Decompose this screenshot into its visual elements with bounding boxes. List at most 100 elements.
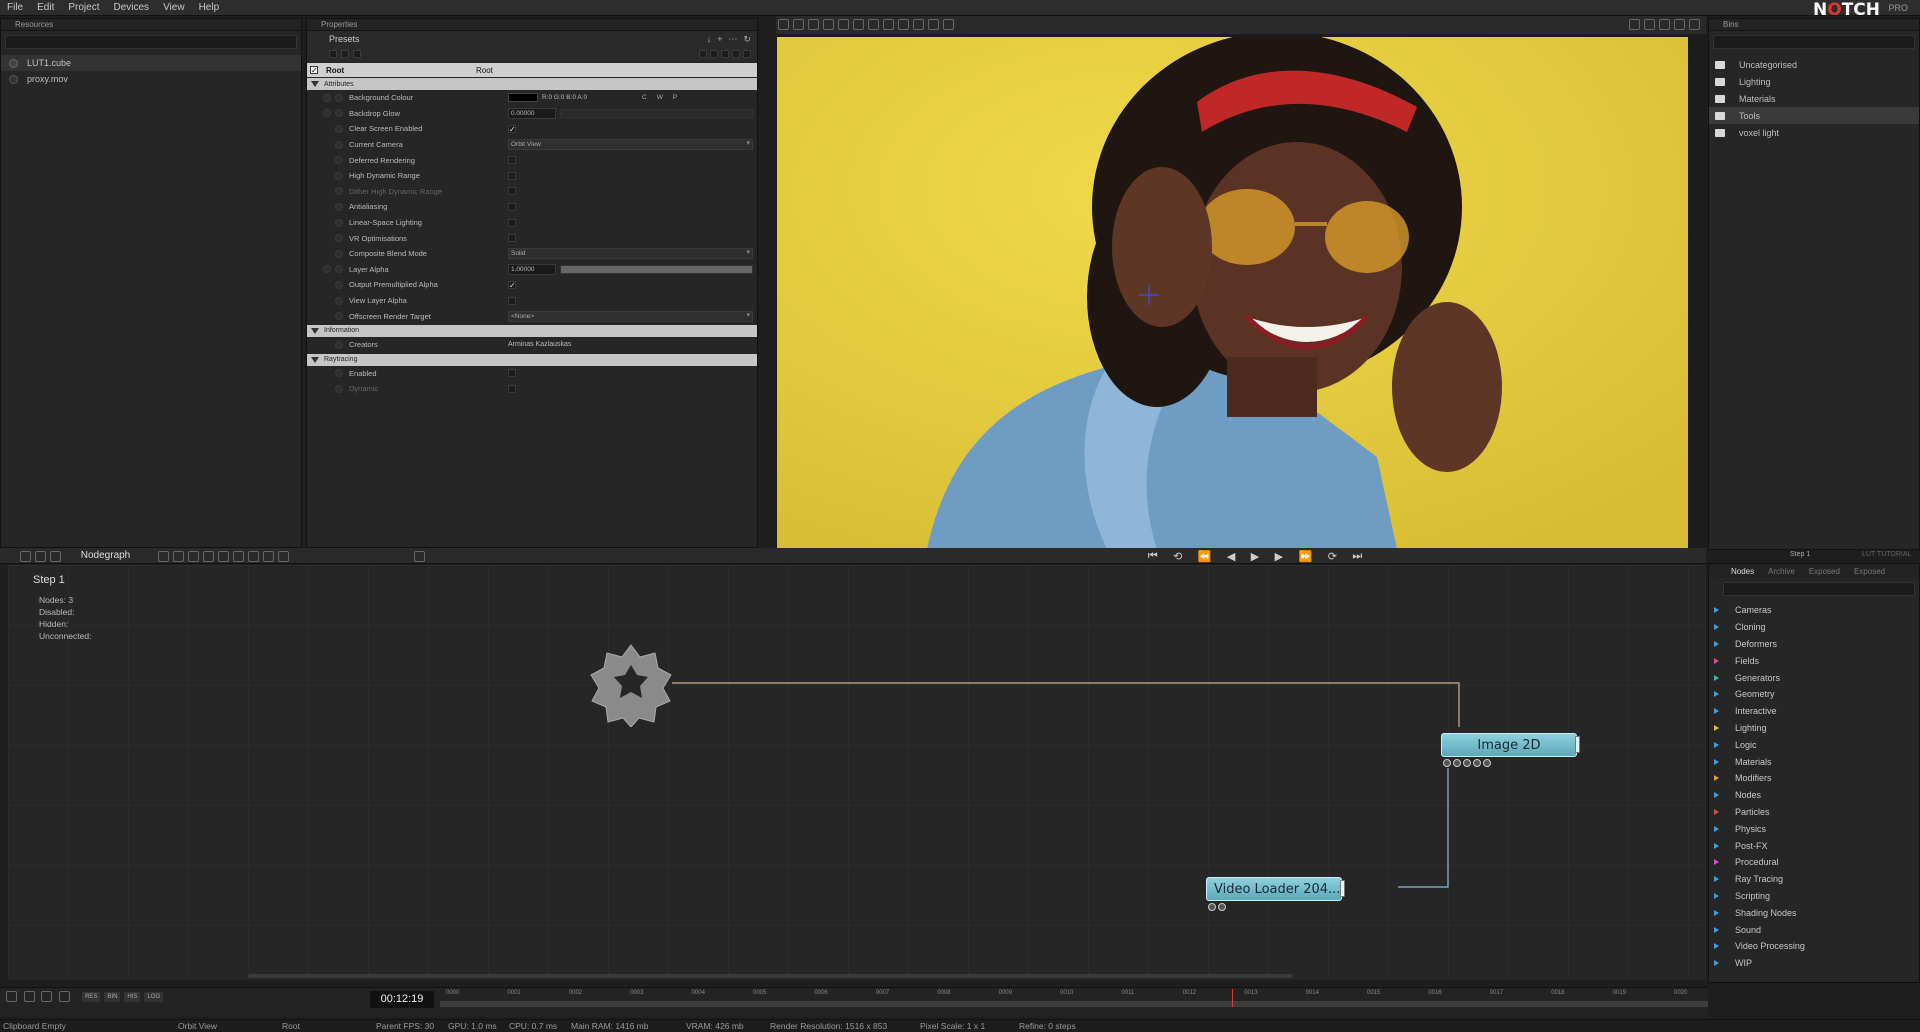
property-checkbox[interactable] (508, 187, 516, 196)
layout-icon[interactable] (20, 551, 31, 562)
nodes-search-input[interactable] (1723, 582, 1915, 596)
pin-icon[interactable] (323, 93, 331, 102)
node-category-item[interactable]: Video Processing (1709, 938, 1919, 955)
node-category-item[interactable]: Cloning (1709, 619, 1919, 636)
pin-icon[interactable] (335, 109, 343, 118)
menu-view[interactable]: View (156, 2, 192, 13)
link-icon[interactable] (203, 551, 215, 562)
pin-icon[interactable] (335, 249, 343, 258)
bin-item[interactable]: voxel light (1709, 124, 1919, 141)
his-button[interactable]: HIS (124, 992, 141, 1002)
target-icon[interactable] (341, 50, 349, 58)
tutorial-tab[interactable]: LUT TUTORIAL (1862, 551, 1911, 558)
node-category-item[interactable]: Lighting (1709, 720, 1919, 737)
fit-icon[interactable] (1659, 19, 1670, 30)
color-button[interactable]: P (673, 94, 677, 101)
gear-icon[interactable] (413, 551, 425, 562)
gizmo-icon[interactable] (853, 19, 864, 30)
tab-archive[interactable]: Archive (1768, 567, 1795, 576)
node-category-item[interactable]: Cameras (1709, 602, 1919, 619)
information-section-header[interactable]: Information (307, 324, 757, 337)
bin-item[interactable]: Uncategorised (1709, 57, 1919, 74)
loop-icon[interactable]: ⟲ (1173, 550, 1182, 563)
color-button[interactable]: W (657, 94, 663, 101)
menu-project[interactable]: Project (61, 2, 106, 13)
pin-icon[interactable] (335, 312, 343, 321)
snap-icon[interactable] (188, 551, 200, 562)
step-forward-icon[interactable]: ▶ (1275, 550, 1283, 563)
bin-button[interactable]: BIN (104, 992, 121, 1002)
node-category-item[interactable]: Sound (1709, 921, 1919, 938)
pin-icon[interactable] (335, 384, 343, 393)
align-icon[interactable] (173, 551, 185, 562)
gear-icon[interactable] (23, 991, 35, 1002)
light-icon[interactable] (883, 19, 894, 30)
crosshair-icon[interactable] (1644, 19, 1655, 30)
timecode-display[interactable]: 00:12:19 (370, 991, 434, 1008)
node-category-item[interactable]: Particles (1709, 804, 1919, 821)
refresh-icon[interactable]: ↻ (743, 34, 751, 45)
scale-icon[interactable] (808, 19, 819, 30)
step-tab[interactable]: Step 1 (1790, 551, 1810, 558)
move-icon[interactable] (823, 19, 834, 30)
node-ports[interactable] (1208, 903, 1226, 911)
node-category-item[interactable]: Physics (1709, 820, 1919, 837)
node-category-item[interactable]: Modifiers (1709, 770, 1919, 787)
play-icon[interactable]: ▶ (1251, 550, 1259, 563)
video-loader-node[interactable]: Video Loader 204... (1206, 877, 1345, 901)
search-icon[interactable] (233, 551, 245, 562)
node-category-item[interactable]: Post-FX (1709, 837, 1919, 854)
pin-icon[interactable] (335, 202, 343, 211)
pin-icon[interactable] (335, 234, 343, 243)
pin-icon[interactable] (335, 140, 343, 149)
download-icon[interactable]: ↓ (707, 34, 712, 45)
pin-icon[interactable] (323, 109, 331, 118)
image-2d-node[interactable]: Image 2D (1441, 733, 1580, 757)
pin-icon[interactable] (335, 218, 343, 227)
pin-icon[interactable] (335, 93, 343, 102)
tab-exposed[interactable]: Exposed (1809, 567, 1840, 576)
bin-item[interactable]: Tools (1709, 107, 1919, 125)
node-category-item[interactable]: Materials (1709, 753, 1919, 770)
color-button[interactable]: C (642, 94, 647, 101)
property-checkbox[interactable] (508, 156, 516, 165)
property-number-input[interactable]: 1.00000 (508, 263, 556, 275)
copy-icon[interactable] (35, 551, 46, 562)
root-enabled-checkbox[interactable]: ✓ (310, 66, 318, 75)
node-category-item[interactable]: Deformers (1709, 636, 1919, 653)
node-category-item[interactable]: Scripting (1709, 888, 1919, 905)
bins-search-input[interactable] (1713, 35, 1915, 49)
settings-icon[interactable] (278, 551, 290, 562)
tab-nodes[interactable]: Nodes (1731, 567, 1754, 576)
nodegraph-canvas[interactable]: Step 1 Nodes: 3 Disabled: Hidden: Unconn… (8, 565, 1706, 980)
property-slider[interactable] (560, 264, 753, 274)
node-category-item[interactable]: Interactive (1709, 703, 1919, 720)
property-number-input[interactable]: 0.00000 (508, 107, 556, 119)
property-dropdown[interactable]: Orbit View (508, 139, 753, 151)
pin-icon[interactable] (335, 171, 343, 180)
node-category-item[interactable]: Geometry (1709, 686, 1919, 703)
property-checkbox[interactable] (508, 202, 516, 211)
menu-file[interactable]: File (0, 2, 30, 13)
root-gear-icon[interactable] (588, 641, 674, 727)
skip-start-icon[interactable]: ⏮ (1148, 550, 1158, 563)
res-button[interactable]: RES (82, 992, 101, 1002)
nodegraph-tab[interactable]: Nodegraph (66, 550, 146, 561)
rewind-icon[interactable]: ⏪ (1198, 550, 1212, 563)
pin-icon[interactable] (335, 265, 343, 274)
menu-edit[interactable]: Edit (30, 2, 61, 13)
node-category-item[interactable]: Logic (1709, 736, 1919, 753)
node-category-item[interactable]: Nodes (1709, 787, 1919, 804)
more-icon[interactable]: ⋯ (728, 34, 737, 45)
playhead[interactable] (1232, 989, 1233, 1007)
reset-icon[interactable] (721, 50, 729, 58)
tab-exposed-2[interactable]: Exposed (1854, 567, 1885, 576)
settings-icon[interactable] (6, 991, 17, 1002)
pin-icon[interactable] (335, 124, 343, 133)
pin-icon[interactable] (323, 265, 331, 274)
raytracing-dynamic-checkbox[interactable] (508, 384, 516, 393)
property-dropdown[interactable]: Solid (508, 248, 753, 260)
grid-icon[interactable] (913, 19, 924, 30)
snap-icon[interactable] (838, 19, 849, 30)
pin-icon[interactable] (335, 156, 343, 165)
